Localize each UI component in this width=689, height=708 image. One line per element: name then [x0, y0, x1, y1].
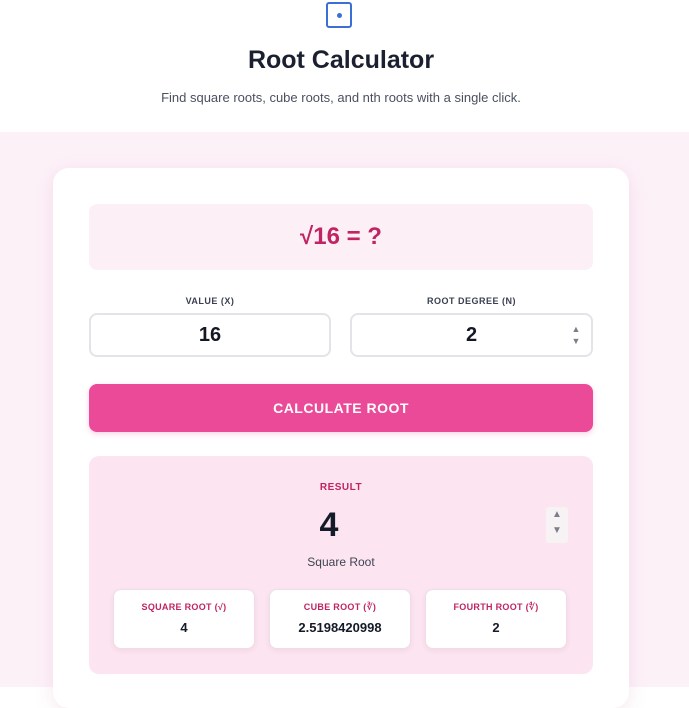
spin-arrows-icon[interactable]: ▲ ▼ [546, 507, 568, 543]
value-input[interactable]: 16 [89, 313, 331, 357]
degree-value: 2 [465, 324, 478, 346]
square-root-value: 4 [180, 620, 188, 635]
square-root-card: SQUARE ROOT (√) 4 [113, 589, 255, 649]
page-header: Root Calculator Find square roots, cube … [0, 0, 689, 132]
cube-root-card: CUBE ROOT (∛) 2.5198420998 [269, 589, 411, 649]
result-label: RESULT [319, 482, 363, 493]
degree-input[interactable]: 2 ▲ ▼ [350, 313, 593, 357]
square-root-label: SQUARE ROOT (√) [141, 602, 227, 612]
fourth-root-label: FOURTH ROOT (∜) [453, 602, 539, 612]
page-subtitle: Find square roots, cube roots, and nth r… [161, 90, 521, 105]
calculate-button[interactable]: CALCULATE ROOT [89, 384, 593, 432]
die-icon [326, 2, 352, 28]
fourth-root-card: FOURTH ROOT (∜) 2 [425, 589, 567, 649]
cube-root-value: 2.5198420998 [298, 620, 382, 635]
spin-arrows-icon[interactable]: ▲ ▼ [570, 323, 582, 347]
value-label: VALUE (X) [185, 296, 235, 306]
cube-root-label: CUBE ROOT (∛) [303, 602, 377, 612]
result-type: Square Root [307, 555, 375, 569]
page-title: Root Calculator [247, 46, 435, 74]
equation-display: √16 = ? [89, 204, 593, 270]
fourth-root-value: 2 [492, 620, 500, 635]
degree-label: ROOT DEGREE (N) [426, 296, 516, 306]
result-value: 4 [319, 506, 339, 544]
